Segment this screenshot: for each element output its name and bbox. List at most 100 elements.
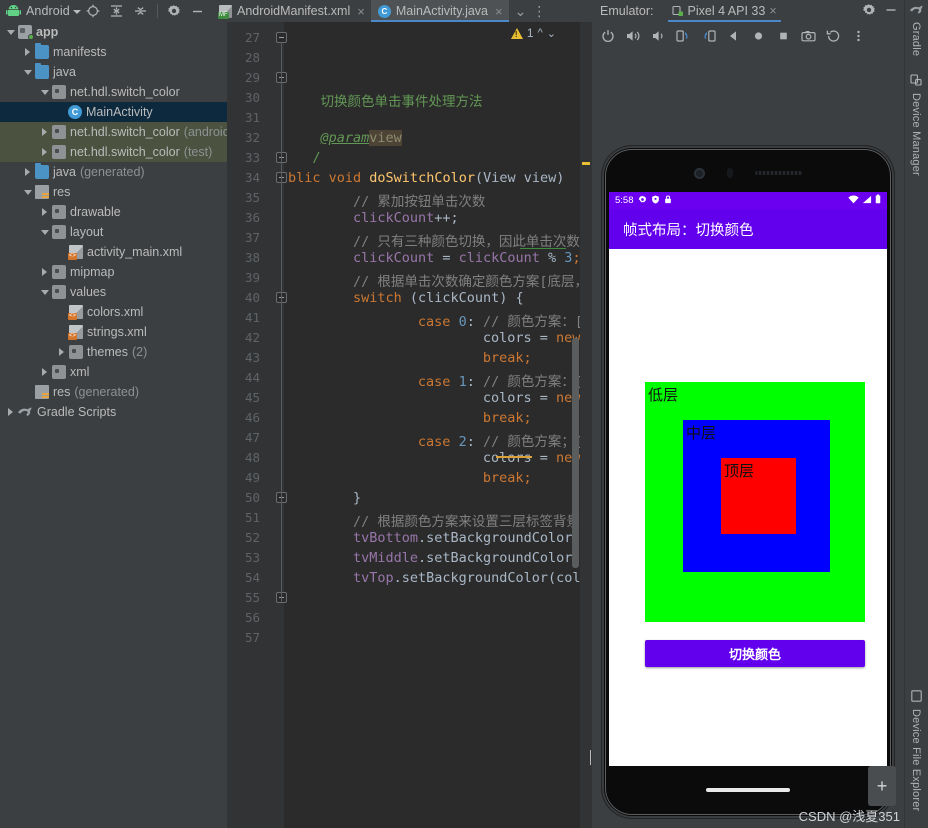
tree-item-net-hdl-switch-color[interactable]: net.hdl.switch_color(androidTest) [0,122,228,142]
minimize-icon[interactable] [884,3,898,20]
code-line[interactable]: } [288,490,361,506]
close-icon[interactable]: × [769,4,776,18]
collapse-all-icon[interactable] [129,0,153,22]
code-line[interactable]: switch (clickCount) { [288,290,524,306]
tree-item-mipmap[interactable]: mipmap [0,262,228,282]
volume-up-icon[interactable] [622,25,644,47]
tree-expander-icon[interactable] [38,362,51,382]
app-menu-label[interactable]: Android [26,4,70,18]
panel-divider-left[interactable] [227,22,228,828]
tree-item-layout[interactable]: layout [0,222,228,242]
code-line[interactable]: tvMiddle.setBackgroundColor(colo [288,550,592,566]
tree-item-activity-main-xml[interactable]: activity_main.xml [0,242,228,262]
tree-item-net-hdl-switch-color[interactable]: net.hdl.switch_color (test) [0,142,228,162]
tree-expander-icon[interactable] [38,82,51,102]
tree-item-mainactivity[interactable]: C MainActivity [0,102,228,122]
rail-item-device-manager[interactable]: Device Manager [904,74,928,176]
code-line[interactable]: colors = new int[] {Colo [288,450,592,466]
tree-item-java[interactable]: java [0,62,228,82]
tree-expander-icon[interactable] [4,402,17,422]
back-icon[interactable] [722,25,744,47]
tree-expander-icon[interactable] [38,202,51,222]
rail-item-device-file-explorer[interactable]: Device File Explorer [904,690,928,811]
code-line[interactable]: blic void doSwitchColor(View view) [288,170,564,186]
tab-main-activity[interactable]: C MainActivity.java × [370,0,509,22]
history-icon[interactable] [822,25,844,47]
tree-expander-icon[interactable] [21,62,34,82]
gesture-navigation-pill[interactable] [706,788,790,792]
code-line[interactable]: clickCount = clickCount % 3; [288,250,581,266]
overview-icon[interactable] [772,25,794,47]
tree-item-java[interactable]: java (generated) [0,162,228,182]
tree-item-colors-xml[interactable]: colors.xml [0,302,228,322]
editor-gutter[interactable]: 27 28 29 30 31 32 33 34 35 36 37 38 39 40 41 42 43 44 45 46… [228,22,287,828]
tree-expander-icon[interactable] [4,22,17,42]
tree-expander-icon[interactable] [38,142,51,162]
code-line[interactable]: @paramview [288,130,402,146]
home-icon[interactable] [747,25,769,47]
tree-item-values[interactable]: values [0,282,228,302]
editor-vertical-scrollbar[interactable] [572,338,579,568]
prev-problem-icon[interactable]: ^ [538,27,543,39]
settings-gear-icon[interactable] [162,0,186,22]
emulator-device-frame[interactable]: 5:58 帧式布局：切换颜色 低层 中层 顶层 切换颜色 [602,146,894,818]
emulator-add-device-button[interactable]: + [868,766,896,806]
more-vert-icon[interactable]: ⋮ [528,3,550,20]
emulator-tool-window[interactable]: 5:58 帧式布局：切换颜色 低层 中层 顶层 切换颜色 + CSDN @浅夏3… [592,22,904,828]
switch-color-button[interactable]: 切换颜色 [645,640,865,667]
code-line[interactable]: // 根据单击次数确定颜色方案[底层，中层 [288,270,592,290]
settings-gear-icon[interactable] [862,3,876,20]
tree-item-strings-xml[interactable]: strings.xml [0,322,228,342]
tab-android-manifest[interactable]: AndroidManifest.xml × [212,0,371,22]
close-icon[interactable]: × [357,4,365,19]
tree-expander-icon[interactable] [38,222,51,242]
tree-item-app[interactable]: app [0,22,228,42]
tree-expander-icon[interactable] [55,342,68,362]
code-line[interactable]: break; [288,410,532,426]
code-line[interactable]: tvTop.setBackgroundColor(colors [288,570,592,586]
rotate-left-icon[interactable] [672,25,694,47]
code-line[interactable]: break; [288,470,532,486]
project-tool-window[interactable]: app manifests java net.hdl.switch_color C Mai… [0,22,228,828]
power-icon[interactable] [597,25,619,47]
inspection-widget[interactable]: 1 ^ ⌄ [510,26,556,40]
tree-item-manifests[interactable]: manifests [0,42,228,62]
emulator-device-tab[interactable]: Pixel 4 API 33 × [667,0,781,22]
tree-item-gradle-scripts[interactable]: Gradle Scripts [0,402,228,422]
screenshot-icon[interactable] [797,25,819,47]
editor-code-area[interactable]: 切换颜色单击事件处理方法 @paramview / blic void doSwitc… [288,22,592,828]
tree-expander-icon[interactable] [38,122,51,142]
code-line[interactable]: tvBottom.setBackgroundColor(colo [288,530,592,546]
device-screen[interactable]: 5:58 帧式布局：切换颜色 低层 中层 顶层 切换颜色 [609,192,887,766]
code-line[interactable]: colors = new int[] {Colo [288,330,592,346]
code-line[interactable]: colors = new int[] {Colo [288,390,592,406]
code-line[interactable]: / [288,150,320,166]
stripe-warning-mark[interactable] [582,162,590,165]
next-problem-icon[interactable]: ⌄ [547,27,556,40]
tree-expander-icon[interactable] [38,282,51,302]
code-line[interactable]: case 0: // 颜色方案：[红，绿，蓝 [288,310,592,330]
tree-expander-icon[interactable] [38,262,51,282]
volume-down-icon[interactable] [647,25,669,47]
tree-item-net-hdl-switch-color[interactable]: net.hdl.switch_color [0,82,228,102]
code-line[interactable]: // 累加按钮单击次数 [288,190,485,210]
code-line[interactable]: clickCount++; [288,210,459,226]
expand-all-icon[interactable] [105,0,129,22]
code-line[interactable]: case 1: // 颜色方案：[绿，蓝，红 [288,370,592,390]
code-line[interactable]: break; [288,350,532,366]
code-editor[interactable]: 27 28 29 30 31 32 33 34 35 36 37 38 39 40 41 42 43 44 45 46… [228,22,592,828]
tree-expander-icon[interactable] [21,182,34,202]
target-icon[interactable] [81,0,105,22]
tree-expander-icon[interactable] [21,162,34,182]
rotate-right-icon[interactable] [697,25,719,47]
tree-item-themes[interactable]: themes (2) [0,342,228,362]
tree-expander-icon[interactable] [21,42,34,62]
code-line[interactable]: case 2: // 颜色方案；[蓝，红，绿 [288,430,592,450]
tree-item-xml[interactable]: xml [0,362,228,382]
code-line[interactable]: 切换颜色单击事件处理方法 [288,90,482,110]
minimize-icon[interactable] [186,0,210,22]
tree-item-res[interactable]: res (generated) [0,382,228,402]
rail-item-gradle[interactable]: Gradle [904,4,928,56]
chevron-down-icon[interactable]: ⌄ [515,3,527,20]
tree-item-res[interactable]: res [0,182,228,202]
